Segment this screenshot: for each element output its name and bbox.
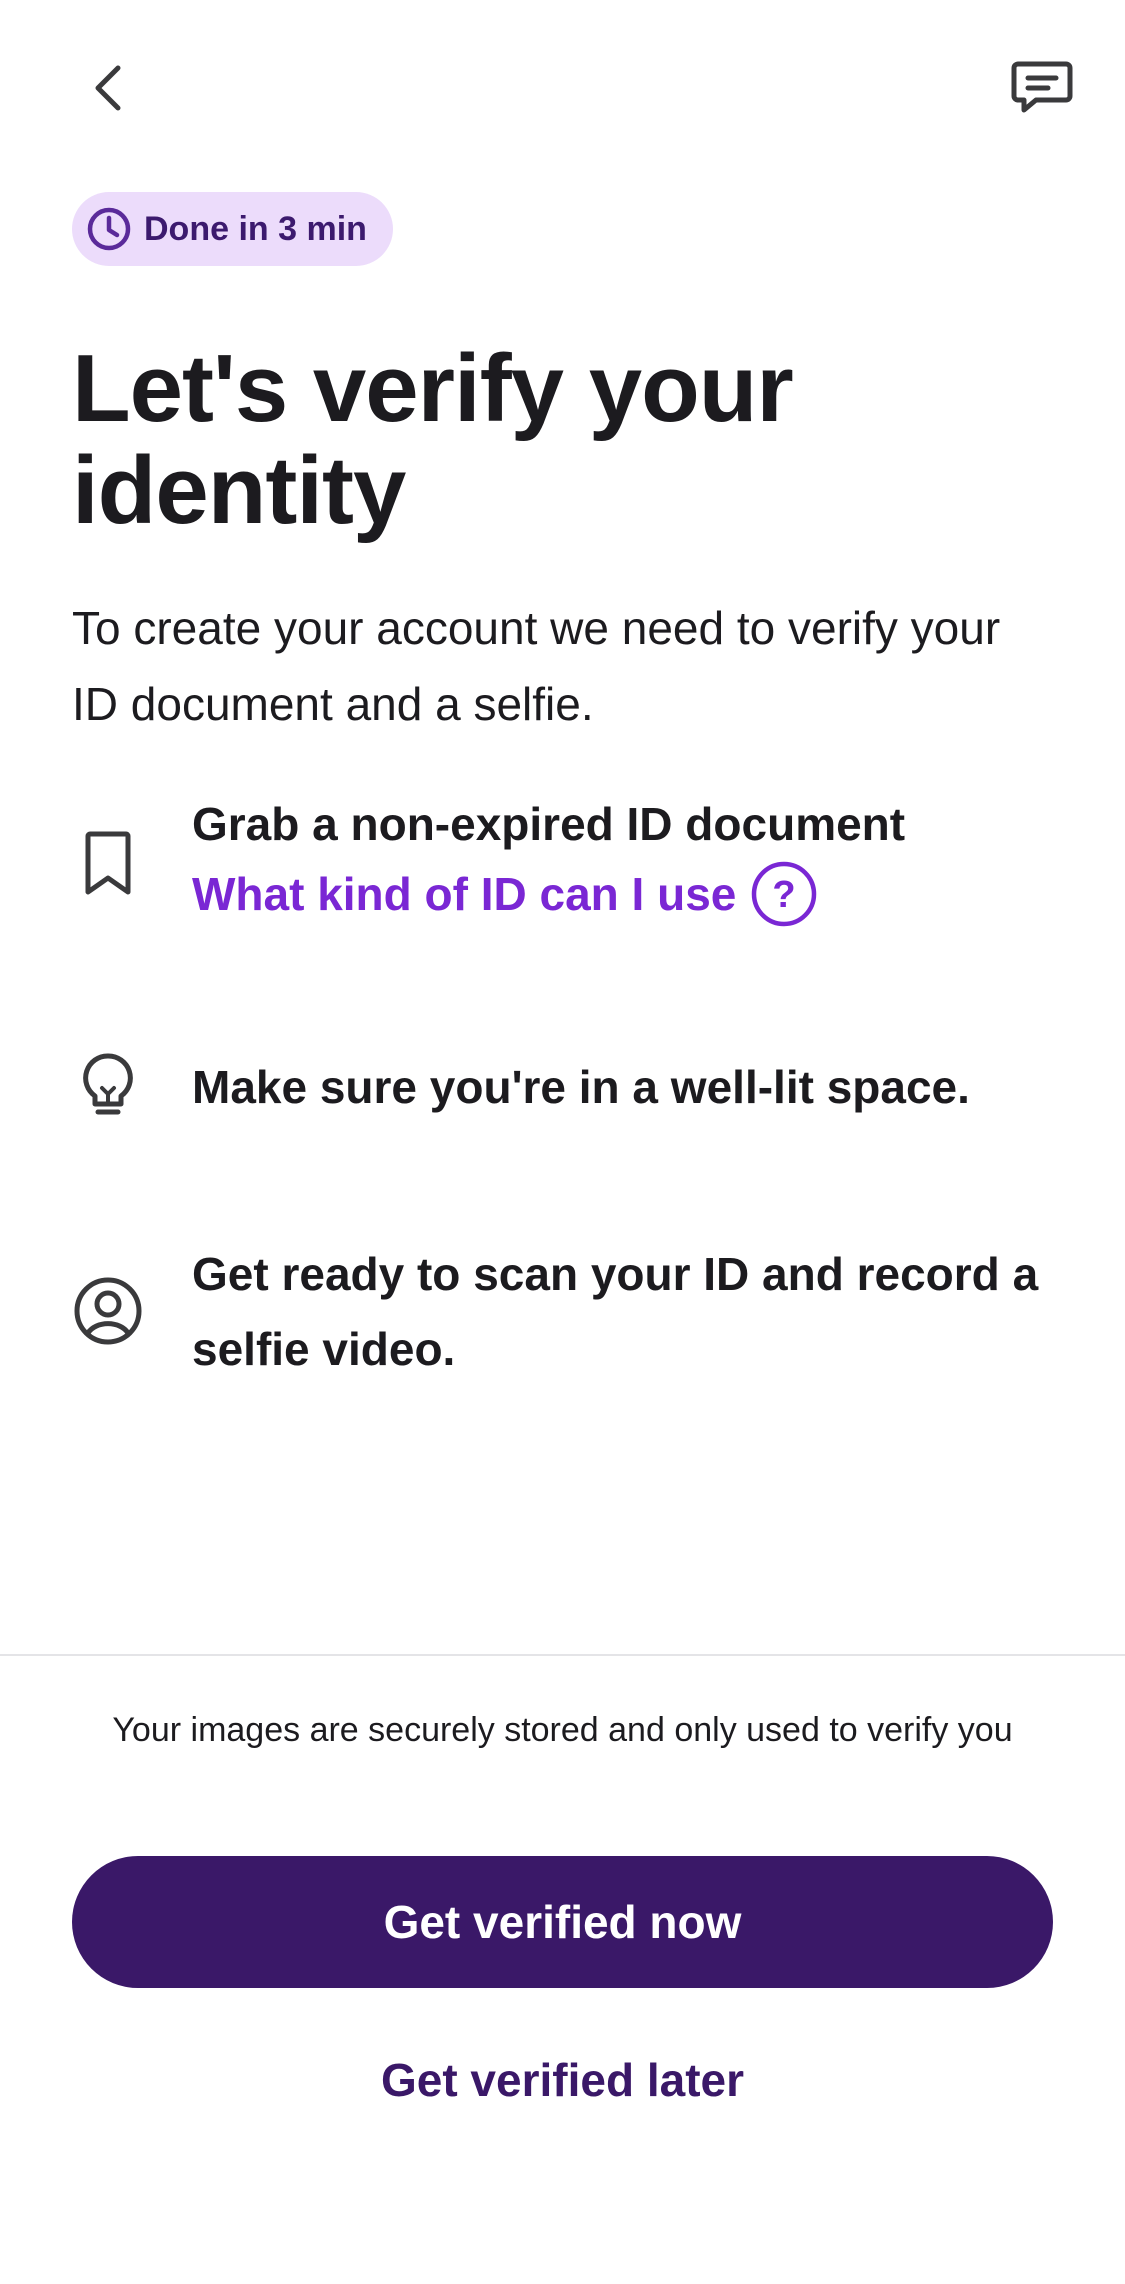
back-button[interactable] — [72, 48, 144, 128]
page-title-line-2: identity — [72, 437, 406, 544]
svg-text:?: ? — [773, 874, 796, 916]
get-verified-now-button[interactable]: Get verified now — [72, 1856, 1053, 1988]
security-note: Your images are securely stored and only… — [112, 1711, 1013, 1749]
id-types-link[interactable]: What kind of ID can I use ? — [192, 860, 818, 928]
duration-badge: Done in 3 min — [72, 192, 393, 266]
user-circle-icon — [74, 1277, 142, 1345]
duration-badge-label: Done in 3 min — [144, 209, 367, 248]
step-text-lighting: Make sure you're in a well-lit space. — [192, 1061, 970, 1113]
question-circle-icon: ? — [752, 861, 817, 927]
verify-identity-screen: Done in 3 min Let's verify your identity… — [0, 0, 1125, 2284]
step-text-id-document: Grab a non-expired ID document — [192, 798, 906, 850]
footer-divider — [0, 1654, 1125, 1656]
step-icon-wrapper — [72, 828, 144, 900]
lightbulb-icon — [83, 1053, 133, 1115]
page-subtitle: To create your account we need to verify… — [72, 602, 1001, 730]
step-icon-wrapper — [72, 1276, 144, 1346]
bookmark-icon — [85, 831, 131, 895]
page-title-line-1: Let's verify your — [72, 335, 794, 442]
get-verified-later-button[interactable]: Get verified later — [72, 2040, 1053, 2120]
chevron-left-icon — [95, 65, 121, 111]
page-title: Let's verify your identity — [72, 338, 1052, 542]
id-types-link-label: What kind of ID can I use — [192, 868, 737, 920]
step-text-selfie: Get ready to scan your ID and record a s… — [192, 1248, 1039, 1375]
chat-bubble-icon — [1011, 61, 1073, 113]
step-icon-wrapper — [72, 1050, 144, 1122]
support-chat-button[interactable] — [1000, 46, 1084, 126]
clock-icon — [87, 207, 131, 251]
